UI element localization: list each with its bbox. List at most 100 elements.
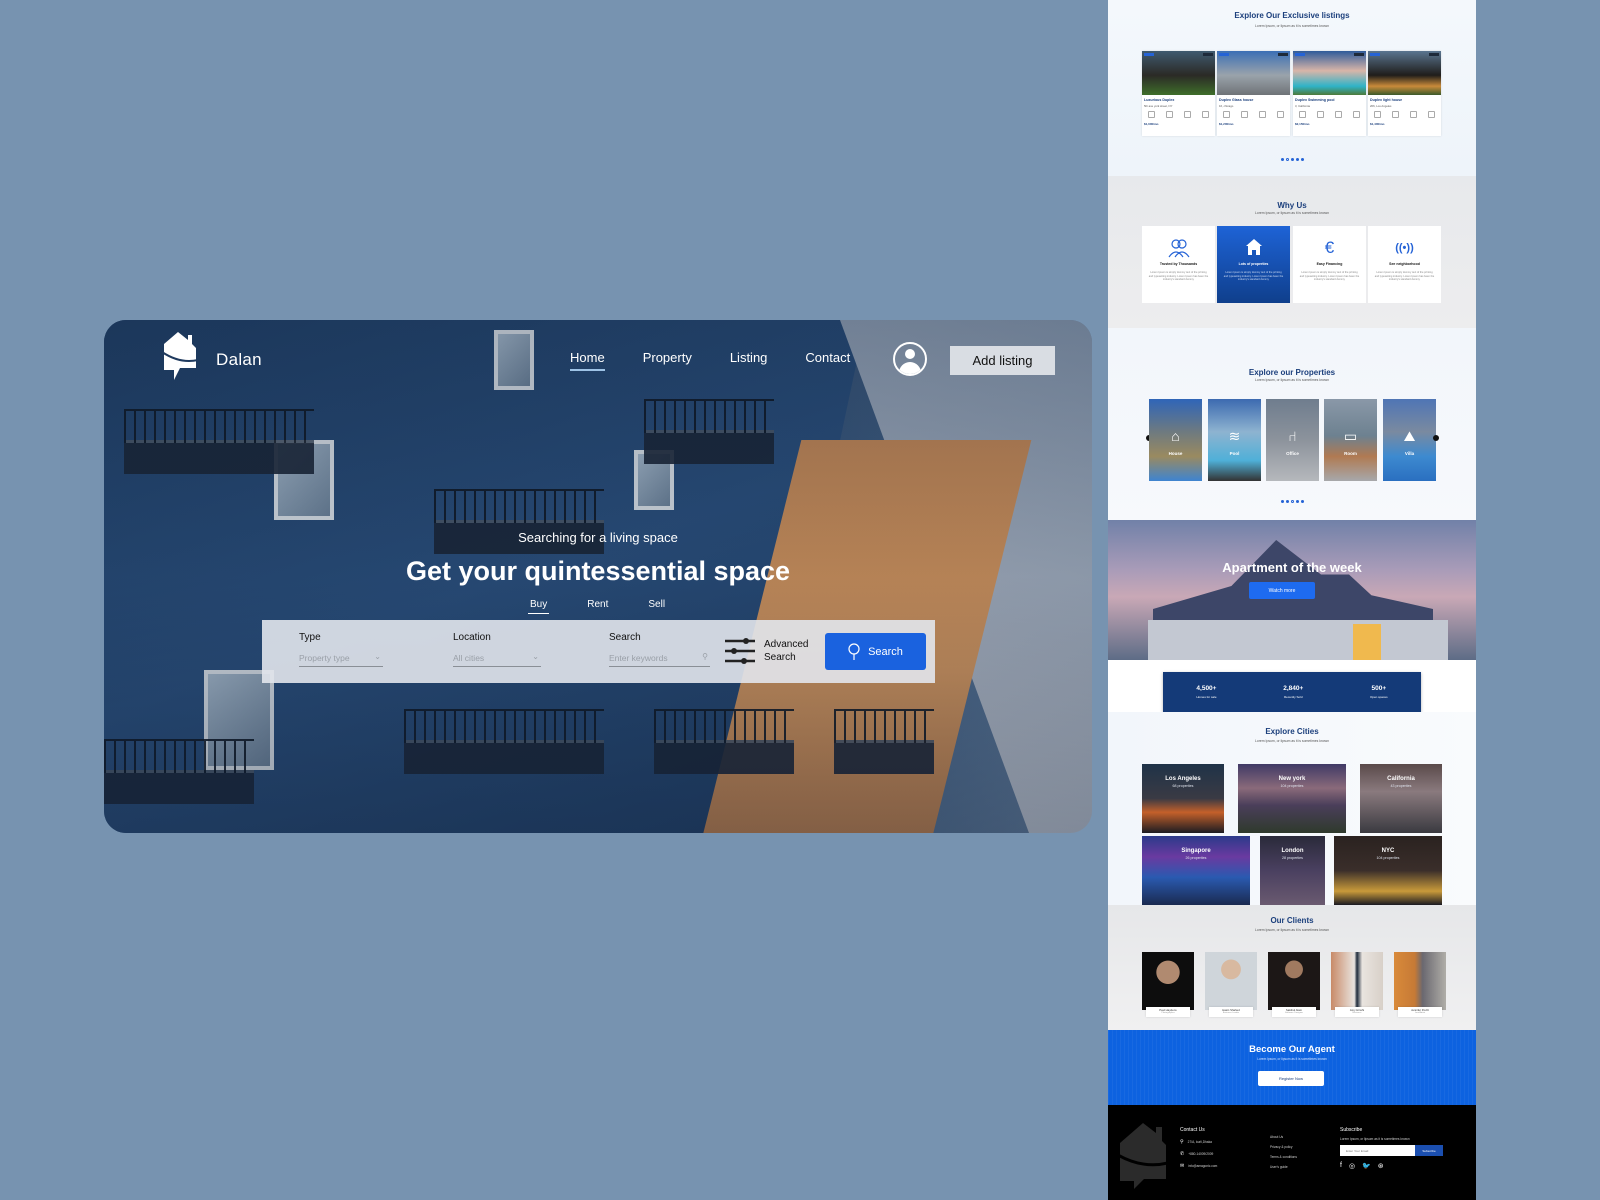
nav-contact[interactable]: Contact [805, 350, 850, 365]
carousel-dot[interactable] [1285, 158, 1289, 161]
client-role: Business Leader [1222, 1012, 1240, 1014]
property-type-label: Pool [1229, 451, 1240, 456]
client-card[interactable]: Paul Haydens Photographer [1142, 952, 1194, 1017]
keyword-input[interactable]: Enter keywords ⚲ [609, 652, 710, 667]
location-field: Location All cities ⌄ [453, 632, 541, 667]
properties-title: Explore our Properties [1248, 368, 1336, 377]
listing-card[interactable]: Duplex Glass house 16, chicago $1,200/mo [1217, 51, 1290, 136]
carousel-dot[interactable] [1300, 158, 1304, 161]
stats-bar: 4,500+ Homes for sale 2,840+ Recently So… [1163, 672, 1421, 712]
nav-listing[interactable]: Listing [730, 350, 768, 365]
stat-homes-for-sale: 4,500+ Homes for sale [1196, 685, 1216, 699]
city-card[interactable]: New york 104 properties [1238, 764, 1346, 833]
carousel-dots [1108, 490, 1476, 508]
register-now-button[interactable]: Register Now [1258, 1071, 1324, 1086]
type-select[interactable]: Property type ⌄ [299, 652, 383, 667]
why-card-trusted[interactable]: Trusted by Thousands Lorem Ipsum is simp… [1142, 226, 1215, 303]
tab-buy[interactable]: Buy [527, 599, 550, 614]
user-profile-icon[interactable] [893, 342, 927, 376]
carousel-dot[interactable] [1280, 158, 1284, 161]
city-count: 104 properties [1376, 856, 1400, 860]
carousel-dot[interactable] [1295, 500, 1299, 503]
twitter-icon[interactable]: 🐦 [1362, 1162, 1371, 1170]
carousel-dot[interactable] [1280, 500, 1284, 503]
listing-name: Luxurious Duplex [1144, 98, 1175, 102]
city-card[interactable]: London 28 properties [1260, 836, 1325, 905]
property-type-card[interactable]: ⌂ House [1149, 399, 1202, 481]
subscribe-button[interactable]: Subscribe [1415, 1145, 1443, 1156]
city-card[interactable]: California 43 properties [1360, 764, 1442, 833]
top-nav: Dalan Home Property Listing Contact Add … [104, 320, 1092, 400]
watch-more-button[interactable]: Watch more [1249, 582, 1315, 599]
city-count: 28 properties [1282, 856, 1303, 860]
why-us-subtitle: Lorem Ipsum, or lipsum as it is sometime… [1254, 211, 1330, 215]
footer-link[interactable]: Privacy & policy [1270, 1145, 1297, 1149]
property-type-card[interactable]: ▭ Room [1324, 399, 1377, 481]
why-card-neighborhood[interactable]: ((•)) See neighborhood Lorem Ipsum is si… [1368, 226, 1441, 303]
stats-section: 4,500+ Homes for sale 2,840+ Recently So… [1108, 660, 1476, 712]
carousel-dot[interactable] [1290, 500, 1294, 503]
city-card[interactable]: Los Angeles 68 properties [1142, 764, 1224, 833]
carousel-dot[interactable] [1285, 500, 1289, 503]
carousel-dot[interactable] [1295, 158, 1299, 161]
why-card-text: Lorem Ipsum is simply dummy text of the … [1223, 271, 1284, 282]
property-type-card[interactable]: ⛰ Villa [1383, 399, 1436, 481]
stat-value: 4,500+ [1196, 685, 1217, 692]
location-label: Location [453, 632, 491, 643]
client-card[interactable]: Jennifer Pocht Lead Artist [1394, 952, 1446, 1017]
carousel-dot[interactable] [1290, 158, 1294, 161]
brand-name[interactable]: Dalan [216, 350, 262, 370]
client-card[interactable]: Sakibul Alam Software Designer [1268, 952, 1320, 1017]
footer-link[interactable]: About Us [1270, 1135, 1297, 1139]
city-name: London [1281, 848, 1304, 854]
listing-card[interactable]: Luxurious Duplex 5th ave york street, NY… [1142, 51, 1215, 136]
subscribe-email-input[interactable] [1340, 1145, 1415, 1156]
location-select[interactable]: All cities ⌄ [453, 652, 541, 667]
stat-value: 2,840+ [1283, 685, 1304, 692]
listing-price: $1,400/mo [1370, 122, 1385, 126]
why-card-financing[interactable]: € Easy Financing Lorem Ipsum is simply d… [1293, 226, 1366, 303]
client-role: Lead Artist [1414, 1012, 1426, 1014]
bed-icon [1298, 111, 1306, 118]
listing-name: Duplex Glass house [1219, 98, 1254, 102]
chevron-down-icon: ⌄ [374, 652, 381, 661]
property-type-label: Villa [1404, 451, 1415, 456]
phone-text: +880-14009/2009 [1188, 1152, 1214, 1156]
stat-label: Recently Sold [1283, 695, 1303, 699]
advanced-search-button[interactable]: Advanced Search [724, 637, 808, 665]
stat-value: 500+ [1371, 685, 1387, 692]
city-card[interactable]: NYC 104 properties [1334, 836, 1442, 905]
client-caption: Sakibul Alam Software Designer [1272, 1007, 1316, 1017]
listing-card[interactable]: Duplex light house 206, Los Angeles $1,4… [1368, 51, 1441, 136]
client-caption: Jennifer Pocht Lead Artist [1398, 1007, 1442, 1017]
client-card[interactable]: Amy Hinshi Business [1331, 952, 1383, 1017]
nav-home[interactable]: Home [570, 350, 605, 371]
city-name: Los Angeles [1165, 776, 1201, 782]
facebook-icon[interactable]: f [1340, 1162, 1342, 1170]
property-type-card[interactable]: ⑁ Office [1266, 399, 1319, 481]
explore-cities-section: Explore Cities Lorem Ipsum, or lipsum as… [1108, 712, 1476, 905]
tab-sell[interactable]: Sell [648, 599, 665, 610]
property-type-card[interactable]: ≋ Pool [1208, 399, 1261, 481]
nav-property[interactable]: Property [643, 350, 692, 365]
instagram-icon[interactable]: ◎ [1349, 1162, 1355, 1170]
listing-photo [1293, 51, 1366, 95]
search-button[interactable]: Search [825, 633, 926, 670]
clients-subtitle: Lorem Ipsum, or lipsum as it is sometime… [1254, 928, 1330, 932]
tab-rent[interactable]: Rent [587, 599, 608, 610]
chevron-down-icon: ⌄ [532, 652, 539, 661]
footer-phone: ✆ +880-14009/2009 [1180, 1151, 1217, 1157]
add-listing-button[interactable]: Add listing [950, 346, 1055, 375]
why-card-properties[interactable]: Lots of properties Lorem Ipsum is simply… [1217, 226, 1290, 303]
dribbble-icon[interactable]: ⊛ [1378, 1162, 1384, 1170]
client-card[interactable]: Hasin Shahed Business Leader [1205, 952, 1257, 1017]
footer-link[interactable]: User's guide [1270, 1165, 1297, 1169]
property-type-label: House [1168, 451, 1183, 456]
carousel-dot[interactable] [1300, 500, 1304, 503]
city-card[interactable]: Singapore 26 properties [1142, 836, 1250, 905]
carousel-next-arrow[interactable] [1433, 435, 1439, 441]
listing-card[interactable]: Duplex Swimming pool 3, California $2,15… [1293, 51, 1366, 136]
footer-link[interactable]: Terms & conditions [1270, 1155, 1297, 1159]
logo-house-icon[interactable] [160, 332, 200, 382]
city-name: Singapore [1181, 848, 1211, 854]
